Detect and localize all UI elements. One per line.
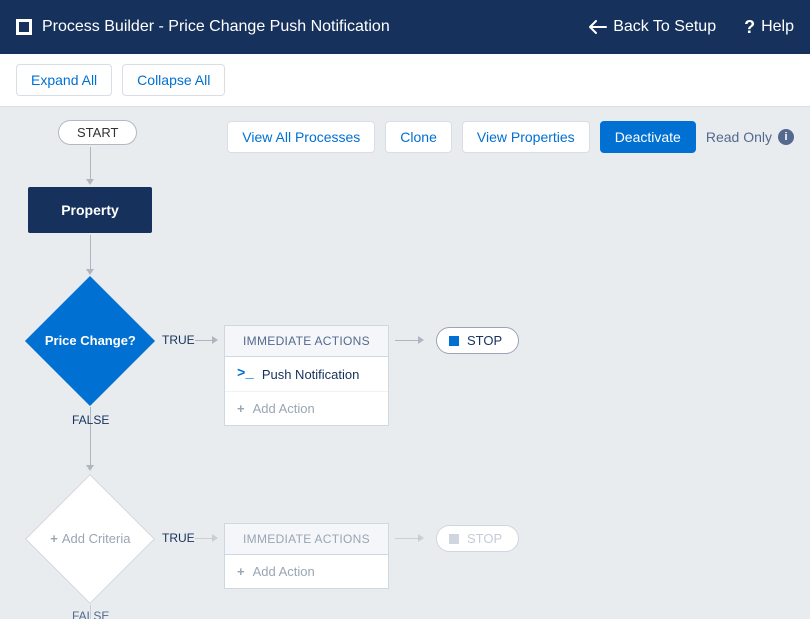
arrow-down-icon — [86, 179, 94, 185]
process-canvas: View All Processes Clone View Properties… — [0, 107, 810, 619]
arrow-down-icon — [86, 465, 94, 471]
criteria-label: Price Change? — [25, 333, 155, 348]
immediate-actions-panel: IMMEDIATE ACTIONS >_ Push Notification +… — [224, 325, 389, 426]
add-action-label: Add Action — [253, 401, 315, 416]
arrow-right-icon — [418, 534, 424, 542]
plus-icon: + — [50, 531, 58, 546]
connector — [90, 235, 91, 271]
connector — [90, 147, 91, 181]
plus-icon: + — [237, 564, 245, 579]
false-label: FALSE — [72, 413, 109, 427]
immediate-actions-panel-ghost: IMMEDIATE ACTIONS + Add Action — [224, 523, 389, 589]
page-title: Process Builder - Price Change Push Noti… — [42, 18, 561, 36]
arrow-right-icon — [212, 534, 218, 542]
trigger-object-label: Property — [61, 202, 119, 218]
back-to-setup-link[interactable]: Back To Setup — [589, 18, 716, 36]
add-action-label: Add Action — [253, 564, 315, 579]
arrow-right-icon — [418, 336, 424, 344]
app-header: Process Builder - Price Change Push Noti… — [0, 0, 810, 54]
deactivate-button[interactable]: Deactivate — [600, 121, 696, 153]
add-criteria-node[interactable]: + Add Criteria — [25, 474, 155, 604]
true-label: TRUE — [162, 333, 195, 347]
add-action-button[interactable]: + Add Action — [225, 555, 388, 588]
expand-all-button[interactable]: Expand All — [16, 64, 112, 96]
stop-icon — [449, 534, 459, 544]
action-icon: >_ — [237, 366, 254, 382]
stop-node[interactable]: STOP — [436, 327, 519, 354]
app-icon — [16, 19, 32, 35]
stop-node-ghost: STOP — [436, 525, 519, 552]
panel-header: IMMEDIATE ACTIONS — [225, 326, 388, 357]
view-properties-button[interactable]: View Properties — [462, 121, 590, 153]
action-label: Push Notification — [262, 367, 360, 382]
true-label: TRUE — [162, 531, 195, 545]
question-icon: ? — [744, 17, 755, 38]
start-node: START — [58, 120, 137, 145]
connector — [195, 538, 213, 539]
stop-icon — [449, 336, 459, 346]
info-icon[interactable]: i — [778, 129, 794, 145]
add-criteria-text: Add Criteria — [62, 531, 131, 546]
back-label: Back To Setup — [613, 18, 716, 36]
panel-header: IMMEDIATE ACTIONS — [225, 524, 388, 555]
add-criteria-label: + Add Criteria — [25, 531, 155, 546]
clone-button[interactable]: Clone — [385, 121, 452, 153]
help-label: Help — [761, 18, 794, 36]
readonly-label: Read Only — [706, 129, 772, 145]
arrow-left-icon — [589, 20, 607, 34]
collapse-all-button[interactable]: Collapse All — [122, 64, 225, 96]
arrow-down-icon — [86, 269, 94, 275]
view-all-processes-button[interactable]: View All Processes — [227, 121, 375, 153]
toolbar: Expand All Collapse All — [0, 54, 810, 107]
criteria-node-price-change[interactable]: Price Change? — [25, 276, 155, 406]
false-label: FALSE — [72, 609, 109, 619]
stop-label: STOP — [467, 333, 502, 348]
connector — [195, 340, 213, 341]
connector — [395, 340, 419, 341]
trigger-object-node[interactable]: Property — [28, 187, 152, 233]
plus-icon: + — [237, 401, 245, 416]
action-item-push-notification[interactable]: >_ Push Notification — [225, 357, 388, 392]
stop-label: STOP — [467, 531, 502, 546]
add-action-button[interactable]: + Add Action — [225, 392, 388, 425]
help-link[interactable]: ? Help — [744, 17, 794, 38]
connector — [395, 538, 419, 539]
readonly-indicator: Read Only i — [706, 129, 794, 145]
arrow-right-icon — [212, 336, 218, 344]
